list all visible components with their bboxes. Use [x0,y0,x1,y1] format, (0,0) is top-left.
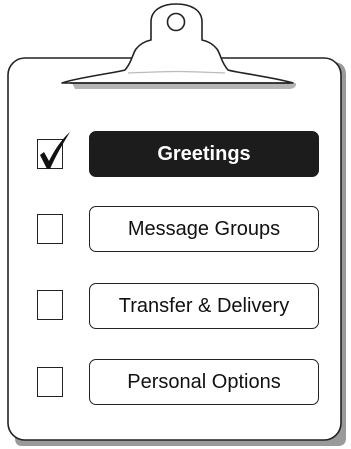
personal-options-button[interactable]: Personal Options [89,359,319,405]
message-groups-checkbox[interactable] [37,214,63,244]
clip-shadow [72,83,297,89]
clip-hole [166,12,186,32]
message-groups-button[interactable]: Message Groups [89,206,319,252]
personal-options-checkbox[interactable] [37,367,63,397]
transfer-delivery-button[interactable]: Transfer & Delivery [89,283,319,329]
greetings-button[interactable]: Greetings [89,131,319,177]
greetings-checkbox[interactable] [37,132,70,169]
checkmark-icon [40,132,70,169]
transfer-delivery-checkbox[interactable] [37,290,63,320]
